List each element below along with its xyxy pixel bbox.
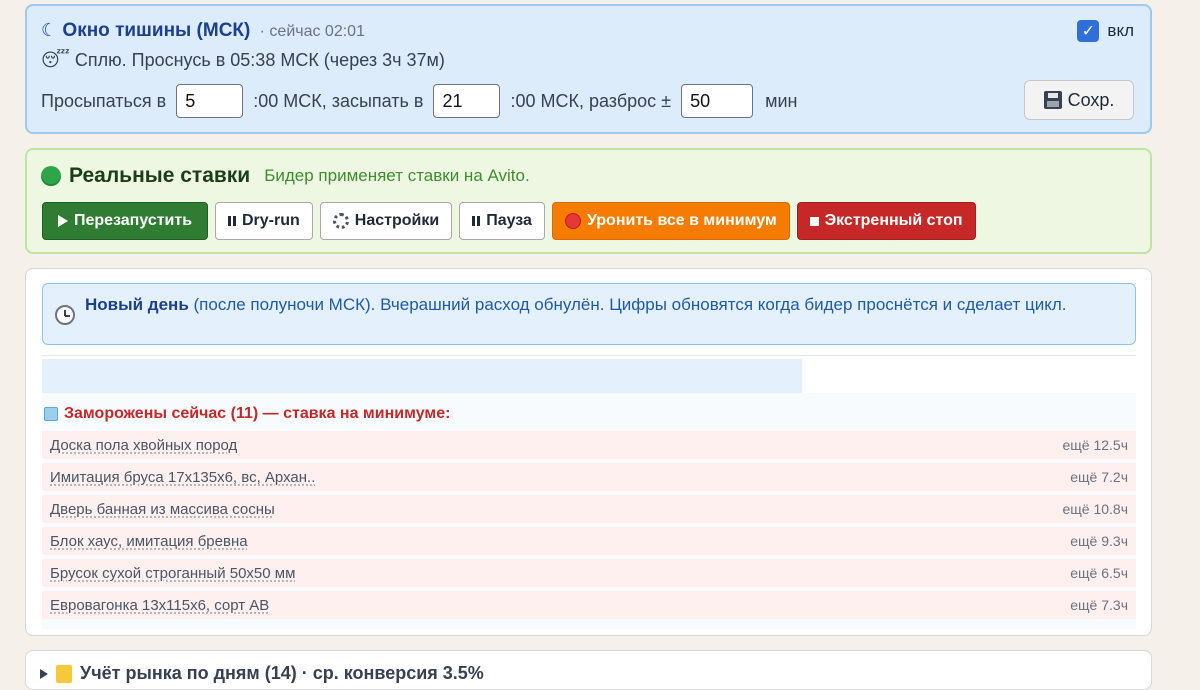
time-remaining: ещё 6.5ч — [1070, 565, 1128, 581]
list-item: Евровагонка 13х115х6, сорт АВ ещё 7.3ч — [42, 591, 1136, 619]
market-report-section[interactable]: Учёт рынка по дням (14) · ср. конверсия … — [25, 650, 1152, 690]
frozen-title-text: Заморожены сейчас (11) — ставка на миним… — [64, 405, 451, 422]
drop-to-minimum-button[interactable]: Уронить все в минимум — [551, 202, 790, 240]
live-actions: Перезапустить Dry-run Настройки Пауза Ур… — [42, 202, 976, 240]
live-bids-panel: Реальные ставки Бидер применяет ставки н… — [25, 148, 1152, 254]
new-day-bold: Новый день — [85, 295, 189, 314]
sleep-hour-input[interactable]: 21 — [433, 84, 501, 118]
time-remaining: ещё 9.3ч — [1070, 533, 1128, 549]
caret-right-icon — [40, 668, 48, 679]
listing-link[interactable]: Доска пола хвойных пород — [50, 437, 237, 454]
new-day-notice: Новый день (после полуночи МСК). Вчерашн… — [42, 283, 1136, 345]
dry-run-button[interactable]: Dry-run — [215, 202, 313, 240]
pause-icon — [228, 216, 236, 226]
moon-icon: ☾ — [41, 20, 58, 40]
market-report-summary[interactable]: Учёт рынка по дням (14) · ср. конверсия … — [40, 663, 484, 684]
red-circle-icon — [564, 213, 581, 229]
sleep-label: :00 МСК, засыпать в — [253, 90, 424, 111]
stats-panel: Новый день (после полуночи МСК). Вчерашн… — [25, 268, 1152, 636]
current-time: · сейчас 02:01 — [259, 23, 365, 40]
notepad-icon — [56, 664, 72, 683]
sleeping-face-icon: 😴 — [41, 50, 70, 70]
frozen-title: Заморожены сейчас (11) — ставка на миним… — [44, 405, 450, 423]
floppy-disk-icon — [1043, 91, 1062, 109]
drop-to-minimum-label: Уронить все в минимум — [586, 212, 777, 229]
dry-run-label: Dry-run — [242, 212, 300, 229]
list-item: Дверь банная из массива сосны ещё 10.8ч — [42, 495, 1136, 523]
market-report-title: Учёт рынка по дням (14) · ср. конверсия … — [80, 663, 484, 683]
listing-link[interactable]: Брусок сухой строганный 50х50 мм — [50, 565, 295, 582]
wake-label: Просыпаться в — [41, 90, 167, 111]
stop-square-icon — [809, 216, 819, 226]
spread-label: :00 МСК, разброс ± — [510, 90, 672, 111]
pause-label: Пауза — [486, 212, 532, 229]
listing-link[interactable]: Дверь банная из массива сосны — [50, 501, 275, 518]
restart-button[interactable]: Перезапустить — [42, 202, 208, 240]
list-item: Блок хаус, имитация бревна ещё 9.3ч — [42, 527, 1136, 555]
emergency-stop-button[interactable]: Экстренный стоп — [796, 202, 976, 240]
pause-icon — [472, 216, 481, 226]
divider — [42, 355, 1136, 356]
quiet-window-panel: ☾ Окно тишины (МСК) · сейчас 02:01 😴 Спл… — [25, 4, 1152, 134]
play-icon — [57, 215, 68, 227]
listing-link[interactable]: Блок хаус, имитация бревна — [50, 533, 248, 550]
time-remaining: ещё 7.2ч — [1070, 469, 1128, 485]
list-item: Брусок сухой строганный 50х50 мм ещё 6.5… — [42, 559, 1136, 587]
sleep-status: 😴 Сплю. Проснусь в 05:38 МСК (через 3ч 3… — [41, 50, 445, 71]
save-label: Сохр. — [1067, 89, 1115, 110]
settings-button[interactable]: Настройки — [319, 202, 453, 240]
list-item: Имитация бруса 17х135х6, вс, Архан.. ещё… — [42, 463, 1136, 491]
green-circle-icon — [41, 166, 61, 186]
list-item: Доска пола хвойных пород ещё 12.5ч — [42, 431, 1136, 459]
live-title: Реальные ставки — [69, 164, 251, 187]
emergency-stop-label: Экстренный стоп — [824, 212, 963, 229]
restart-label: Перезапустить — [73, 212, 193, 229]
ice-cube-icon — [44, 407, 58, 421]
enable-checkbox[interactable]: ✓ — [1077, 20, 1100, 42]
save-button[interactable]: Сохр. — [1024, 80, 1134, 120]
pause-button[interactable]: Пауза — [459, 202, 545, 240]
listing-link[interactable]: Евровагонка 13х115х6, сорт АВ — [50, 597, 269, 614]
enable-label: вкл — [1107, 21, 1134, 40]
live-header: Реальные ставки Бидер применяет ставки н… — [41, 164, 530, 188]
time-remaining: ещё 10.8ч — [1062, 501, 1128, 517]
quiet-enable-toggle[interactable]: ✓ вкл — [1077, 20, 1134, 42]
listing-link[interactable]: Имитация бруса 17х135х6, вс, Архан.. — [50, 469, 315, 486]
spend-progress-bar — [42, 359, 802, 393]
live-subtitle: Бидер применяет ставки на Avito. — [264, 166, 530, 185]
schedule-row: Просыпаться в 5 :00 МСК, засыпать в 21 :… — [41, 84, 797, 118]
new-day-text: Новый день (после полуночи МСК). Вчерашн… — [85, 294, 1125, 315]
frozen-list: Доска пола хвойных пород ещё 12.5ч Имита… — [42, 431, 1136, 623]
time-remaining: ещё 7.3ч — [1070, 597, 1128, 613]
settings-label: Настройки — [354, 212, 440, 229]
quiet-title-text: Окно тишины (МСК) — [62, 20, 251, 41]
wake-hour-input[interactable]: 5 — [176, 84, 244, 118]
quiet-window-title: ☾ Окно тишины (МСК) · сейчас 02:01 — [41, 20, 365, 42]
spread-input[interactable]: 50 — [681, 84, 754, 118]
clock-icon — [55, 305, 75, 325]
new-day-rest: (после полуночи МСК). Вчерашний расход о… — [188, 295, 1067, 314]
spread-unit: мин — [765, 90, 798, 111]
sleep-status-text: Сплю. Проснусь в 05:38 МСК (через 3ч 37м… — [74, 50, 445, 70]
time-remaining: ещё 12.5ч — [1062, 437, 1128, 453]
gear-icon — [332, 213, 349, 229]
